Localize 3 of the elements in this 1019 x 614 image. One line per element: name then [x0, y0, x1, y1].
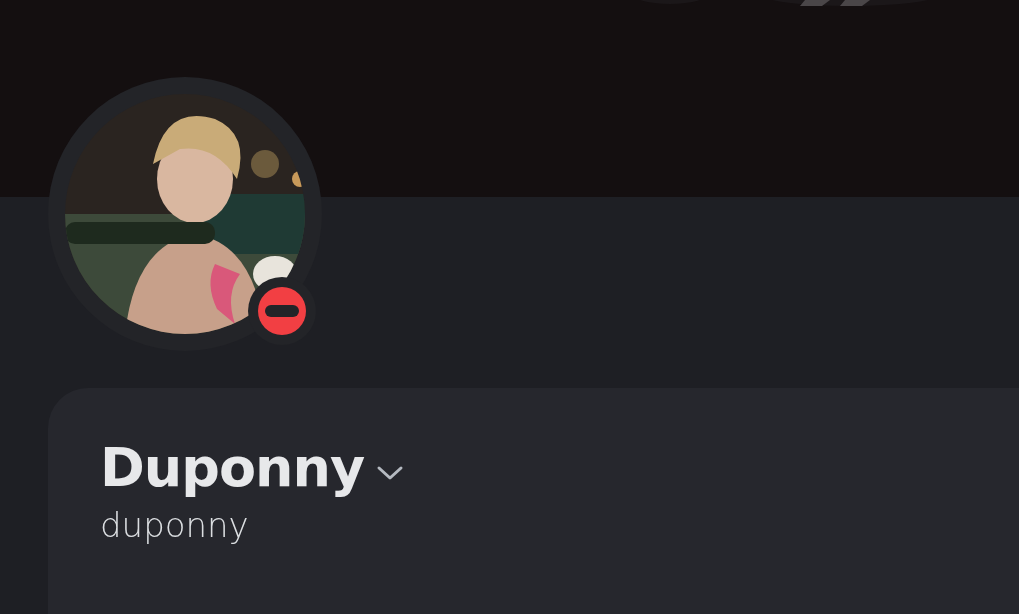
- username: duponny: [100, 504, 249, 546]
- display-name: Duponny: [100, 436, 365, 501]
- chevron-down-icon[interactable]: [376, 465, 405, 482]
